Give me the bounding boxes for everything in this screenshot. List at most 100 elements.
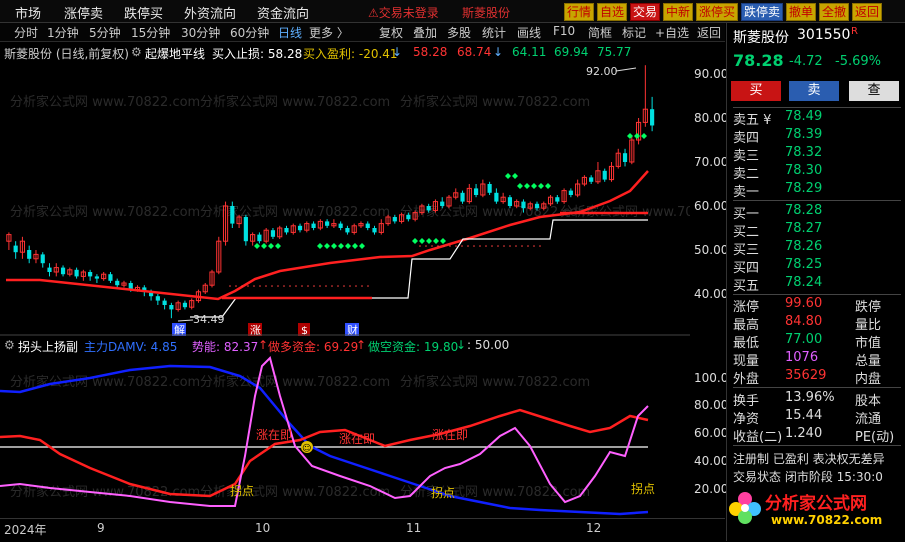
- ask-row[interactable]: 卖五 ¥78.49: [733, 109, 901, 128]
- bid-row[interactable]: 买一 78.28: [733, 203, 901, 222]
- menu-limit-up-sell[interactable]: 涨停卖: [64, 3, 103, 22]
- label-zhangzaiji-3: 涨在即: [432, 427, 468, 442]
- signal-dot: [271, 285, 273, 287]
- ask-row[interactable]: 卖二 78.30: [733, 163, 901, 182]
- menu-limit-down-buy[interactable]: 跌停买: [124, 3, 163, 22]
- bid-row[interactable]: 买二 78.27: [733, 221, 901, 240]
- price-axis: 90.00 80.00 70.00 60.00 50.00 40.00: [690, 41, 729, 336]
- period-15min[interactable]: 15分钟: [131, 24, 170, 41]
- logo-area: 分析家公式网 www.70822.com: [727, 483, 905, 541]
- sell-button[interactable]: 卖: [789, 81, 839, 101]
- logo-text: 分析家公式网: [765, 494, 867, 514]
- btn-cancel-all[interactable]: 全撤: [819, 3, 850, 21]
- signal-diamond: [261, 243, 267, 249]
- tool-multi[interactable]: 多股: [447, 24, 471, 41]
- btn-back-top[interactable]: 返回: [852, 3, 883, 21]
- stop-line: [190, 219, 648, 318]
- tool-add-watch[interactable]: +自选: [655, 24, 689, 41]
- ask-row[interactable]: 卖一 78.29: [733, 181, 901, 200]
- btn-zhongxin[interactable]: 中新: [663, 3, 694, 21]
- tool-simple-frame[interactable]: 简框: [588, 24, 612, 41]
- osc-tick: 100.0: [694, 371, 729, 385]
- candle-body: [473, 188, 479, 195]
- top-stock-name: 斯菱股份: [462, 6, 511, 20]
- quote-panel: 斯菱股份 301550 R 78.28 -4.72 -5.69% 买 卖 查 卖…: [726, 23, 905, 541]
- period-minute-chart[interactable]: 分时: [14, 24, 38, 41]
- menu-market[interactable]: 市场: [15, 3, 41, 22]
- watermark-text: 分析家公式网 www.70822.com: [200, 374, 390, 390]
- watermark-text: 分析家公式网 www.70822.com: [200, 204, 390, 220]
- quote-price: 78.28: [733, 51, 784, 70]
- osc-tick: 60.00: [694, 426, 729, 440]
- jie-badge: 解: [174, 323, 185, 336]
- candlestick-chart[interactable]: 分析家公式网 www.70822.com 分析家公式网 www.70822.com…: [0, 41, 690, 336]
- btn-quote[interactable]: 行情: [564, 3, 595, 21]
- candle-body: [13, 245, 18, 253]
- btn-limit-down-sell[interactable]: 跌停卖: [741, 3, 784, 21]
- period-60min[interactable]: 60分钟: [230, 24, 269, 41]
- signal-diamond: [317, 243, 323, 249]
- signal-dot: [461, 245, 463, 247]
- signal-dot: [313, 285, 315, 287]
- osc-tick: 40.00: [694, 454, 729, 468]
- date-tick: 10: [255, 521, 271, 535]
- signal-dot: [515, 245, 517, 247]
- menu-foreign-flow[interactable]: 外资流向: [184, 3, 236, 22]
- signal-dot: [307, 285, 309, 287]
- stat-row: 外盘 35629 内盘: [733, 368, 882, 387]
- trade-login-warning: ⚠交易未登录: [368, 6, 439, 20]
- candle-body: [589, 177, 594, 182]
- signal-dot: [503, 245, 505, 247]
- price-tick: 80.00: [694, 111, 729, 125]
- btn-limit-up-buy[interactable]: 涨停买: [696, 3, 739, 21]
- tool-mark[interactable]: 标记: [622, 24, 646, 41]
- signal-dot: [301, 285, 303, 287]
- label-guaidian-3: 拐点: [631, 481, 655, 496]
- period-daily[interactable]: 日线: [278, 24, 302, 41]
- signal-diamond: [512, 173, 518, 179]
- btn-cancel-order[interactable]: 撤单: [786, 3, 817, 21]
- oscillator-chart[interactable]: 分析家公式网 www.70822.com 分析家公式网 www.70822.com…: [0, 336, 690, 518]
- signal-dot: [289, 285, 291, 287]
- signal-dot: [235, 285, 237, 287]
- candle-body: [507, 197, 513, 206]
- tool-stats[interactable]: 统计: [482, 24, 506, 41]
- signal-diamond: [275, 243, 281, 249]
- bid-row[interactable]: 买五 78.24: [733, 275, 901, 294]
- signal-dot: [425, 245, 427, 247]
- candle-body: [108, 274, 113, 281]
- tool-overlay[interactable]: 叠加: [413, 24, 437, 41]
- period-toolbar: 分时 1分钟 5分钟 15分钟 30分钟 60分钟 日线 更多 〉 复权 叠加 …: [0, 23, 725, 42]
- period-more[interactable]: 更多 〉: [309, 24, 349, 41]
- tool-adjust[interactable]: 复权: [379, 24, 403, 41]
- candle-body: [521, 201, 526, 209]
- candle-body: [345, 228, 350, 233]
- signal-dot: [319, 285, 321, 287]
- tool-f10[interactable]: F10: [553, 24, 575, 38]
- period-1min[interactable]: 1分钟: [47, 24, 79, 41]
- signal-diamond: [426, 238, 432, 244]
- tool-back[interactable]: 返回: [697, 24, 721, 41]
- watermark-text: 分析家公式网 www.70822.com: [10, 204, 200, 220]
- bid-row[interactable]: 买四 78.25: [733, 257, 901, 276]
- period-30min[interactable]: 30分钟: [181, 24, 220, 41]
- query-button[interactable]: 查: [849, 81, 899, 101]
- ask-row[interactable]: 卖四 78.39: [733, 127, 901, 146]
- signal-dot: [343, 285, 345, 287]
- period-5min[interactable]: 5分钟: [89, 24, 121, 41]
- buy-button[interactable]: 买: [731, 81, 781, 101]
- tool-draw[interactable]: 画线: [517, 24, 541, 41]
- signal-dot: [521, 245, 523, 247]
- signal-diamond: [359, 243, 365, 249]
- btn-trade[interactable]: 交易: [630, 3, 661, 21]
- btn-watchlist[interactable]: 自选: [597, 3, 628, 21]
- signal-dot: [277, 285, 279, 287]
- stat-row: 涨停 99.60 跌停: [733, 296, 882, 315]
- signal-diamond: [419, 238, 425, 244]
- signal-dot: [449, 245, 451, 247]
- bid-row[interactable]: 买三 78.26: [733, 239, 901, 258]
- candle-body: [372, 228, 377, 233]
- ask-row[interactable]: 卖三 78.32: [733, 145, 901, 164]
- signal-dot: [355, 285, 357, 287]
- menu-fund-flow[interactable]: 资金流向: [257, 3, 309, 22]
